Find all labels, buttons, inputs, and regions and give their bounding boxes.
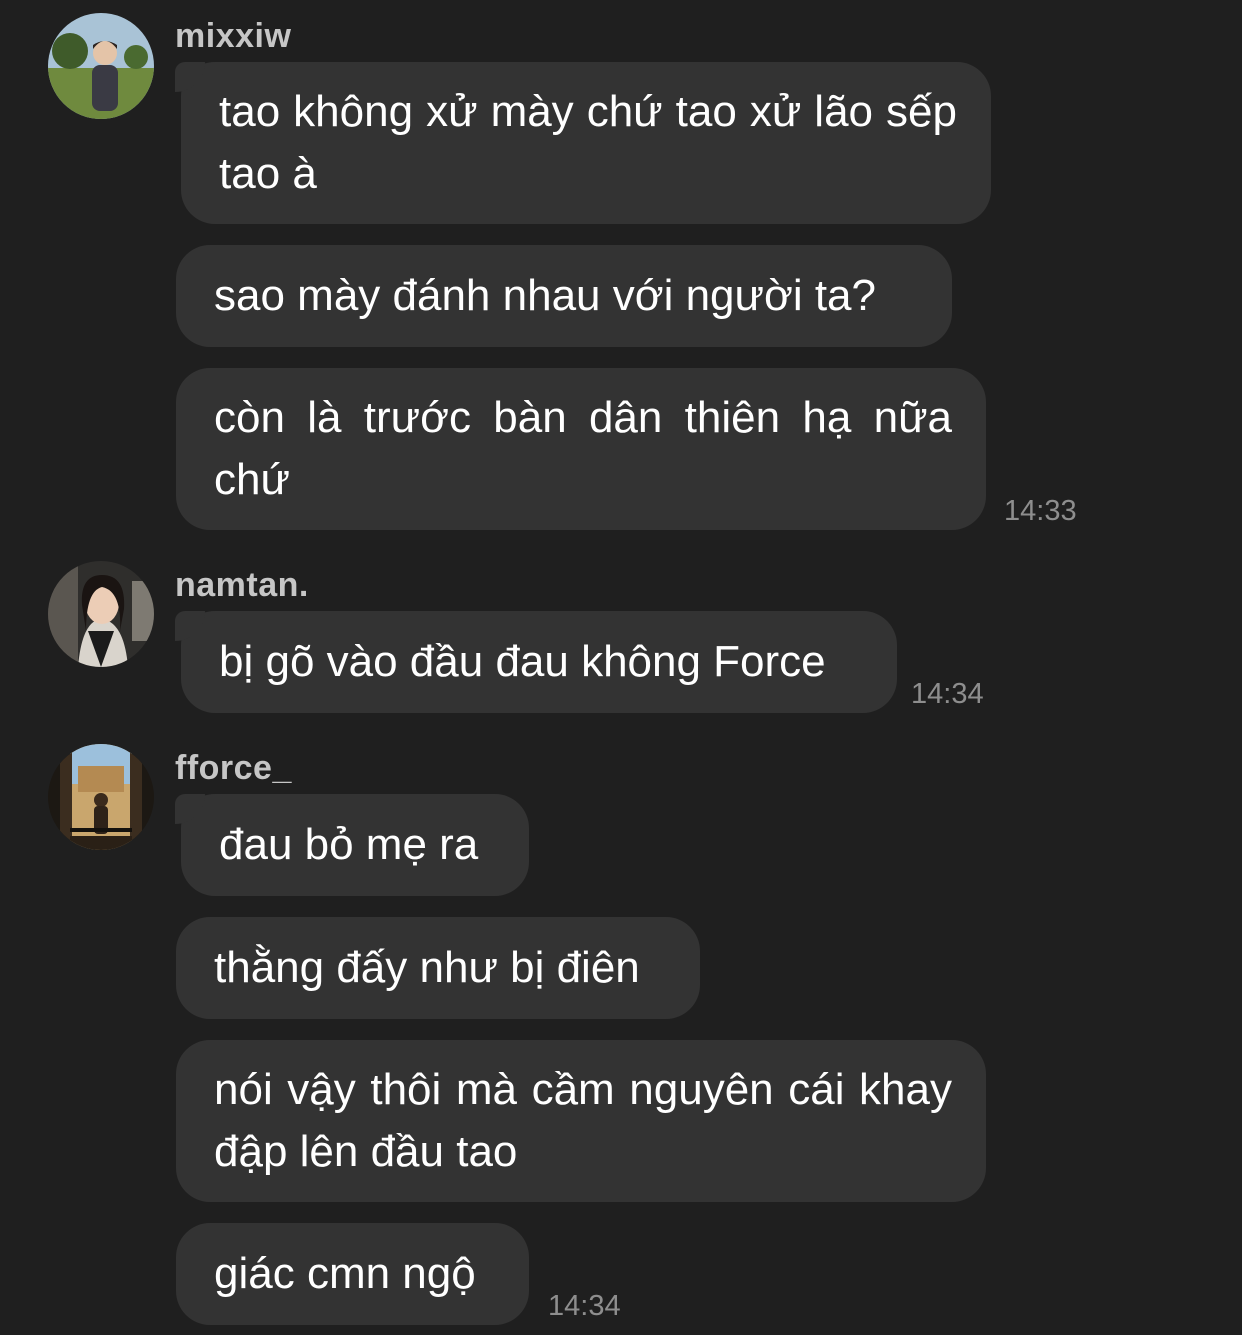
message-bubble[interactable]: nói vậy thôi mà cầm nguyên cái khay đập … bbox=[176, 1040, 986, 1202]
message-text: nói vậy thôi mà cầm nguyên cái khay đập … bbox=[214, 1065, 952, 1176]
sender-name: fforce_ bbox=[175, 749, 292, 787]
message-text: bị gõ vào đầu đau không Force bbox=[219, 637, 826, 686]
message-bubble[interactable]: thằng đấy như bị điên bbox=[176, 917, 700, 1019]
avatar-fforce[interactable] bbox=[48, 744, 154, 850]
user-photo-icon bbox=[48, 744, 154, 850]
message-text: sao mày đánh nhau với người ta? bbox=[214, 271, 876, 320]
message-bubble[interactable]: bị gõ vào đầu đau không Force bbox=[175, 611, 897, 713]
message-text: còn là trước bàn dân thiên hạ nữa chứ bbox=[214, 393, 952, 504]
message-timestamp: 14:33 bbox=[1004, 495, 1077, 527]
message-text: tao không xử mày chứ tao xử lão sếp tao … bbox=[219, 87, 957, 198]
message-timestamp: 14:34 bbox=[911, 678, 984, 710]
sender-name: mixxiw bbox=[175, 17, 292, 55]
message-bubble[interactable]: tao không xử mày chứ tao xử lão sếp tao … bbox=[175, 62, 991, 224]
sender-name: namtan. bbox=[175, 566, 309, 604]
message-text: thằng đấy như bị điên bbox=[214, 943, 640, 992]
message-bubble[interactable]: sao mày đánh nhau với người ta? bbox=[176, 245, 952, 347]
avatar-namtan[interactable] bbox=[48, 561, 154, 667]
message-bubble[interactable]: đau bỏ mẹ ra bbox=[175, 794, 529, 896]
message-text: đau bỏ mẹ ra bbox=[219, 820, 479, 869]
avatar-mixxiw[interactable] bbox=[48, 13, 154, 119]
message-bubble[interactable]: còn là trước bàn dân thiên hạ nữa chứ bbox=[176, 368, 986, 530]
message-text: giác cmn ngộ bbox=[214, 1249, 476, 1298]
user-photo-icon bbox=[48, 561, 154, 667]
message-timestamp: 14:34 bbox=[548, 1290, 621, 1322]
user-photo-icon bbox=[48, 13, 154, 119]
message-bubble[interactable]: giác cmn ngộ bbox=[176, 1223, 529, 1325]
